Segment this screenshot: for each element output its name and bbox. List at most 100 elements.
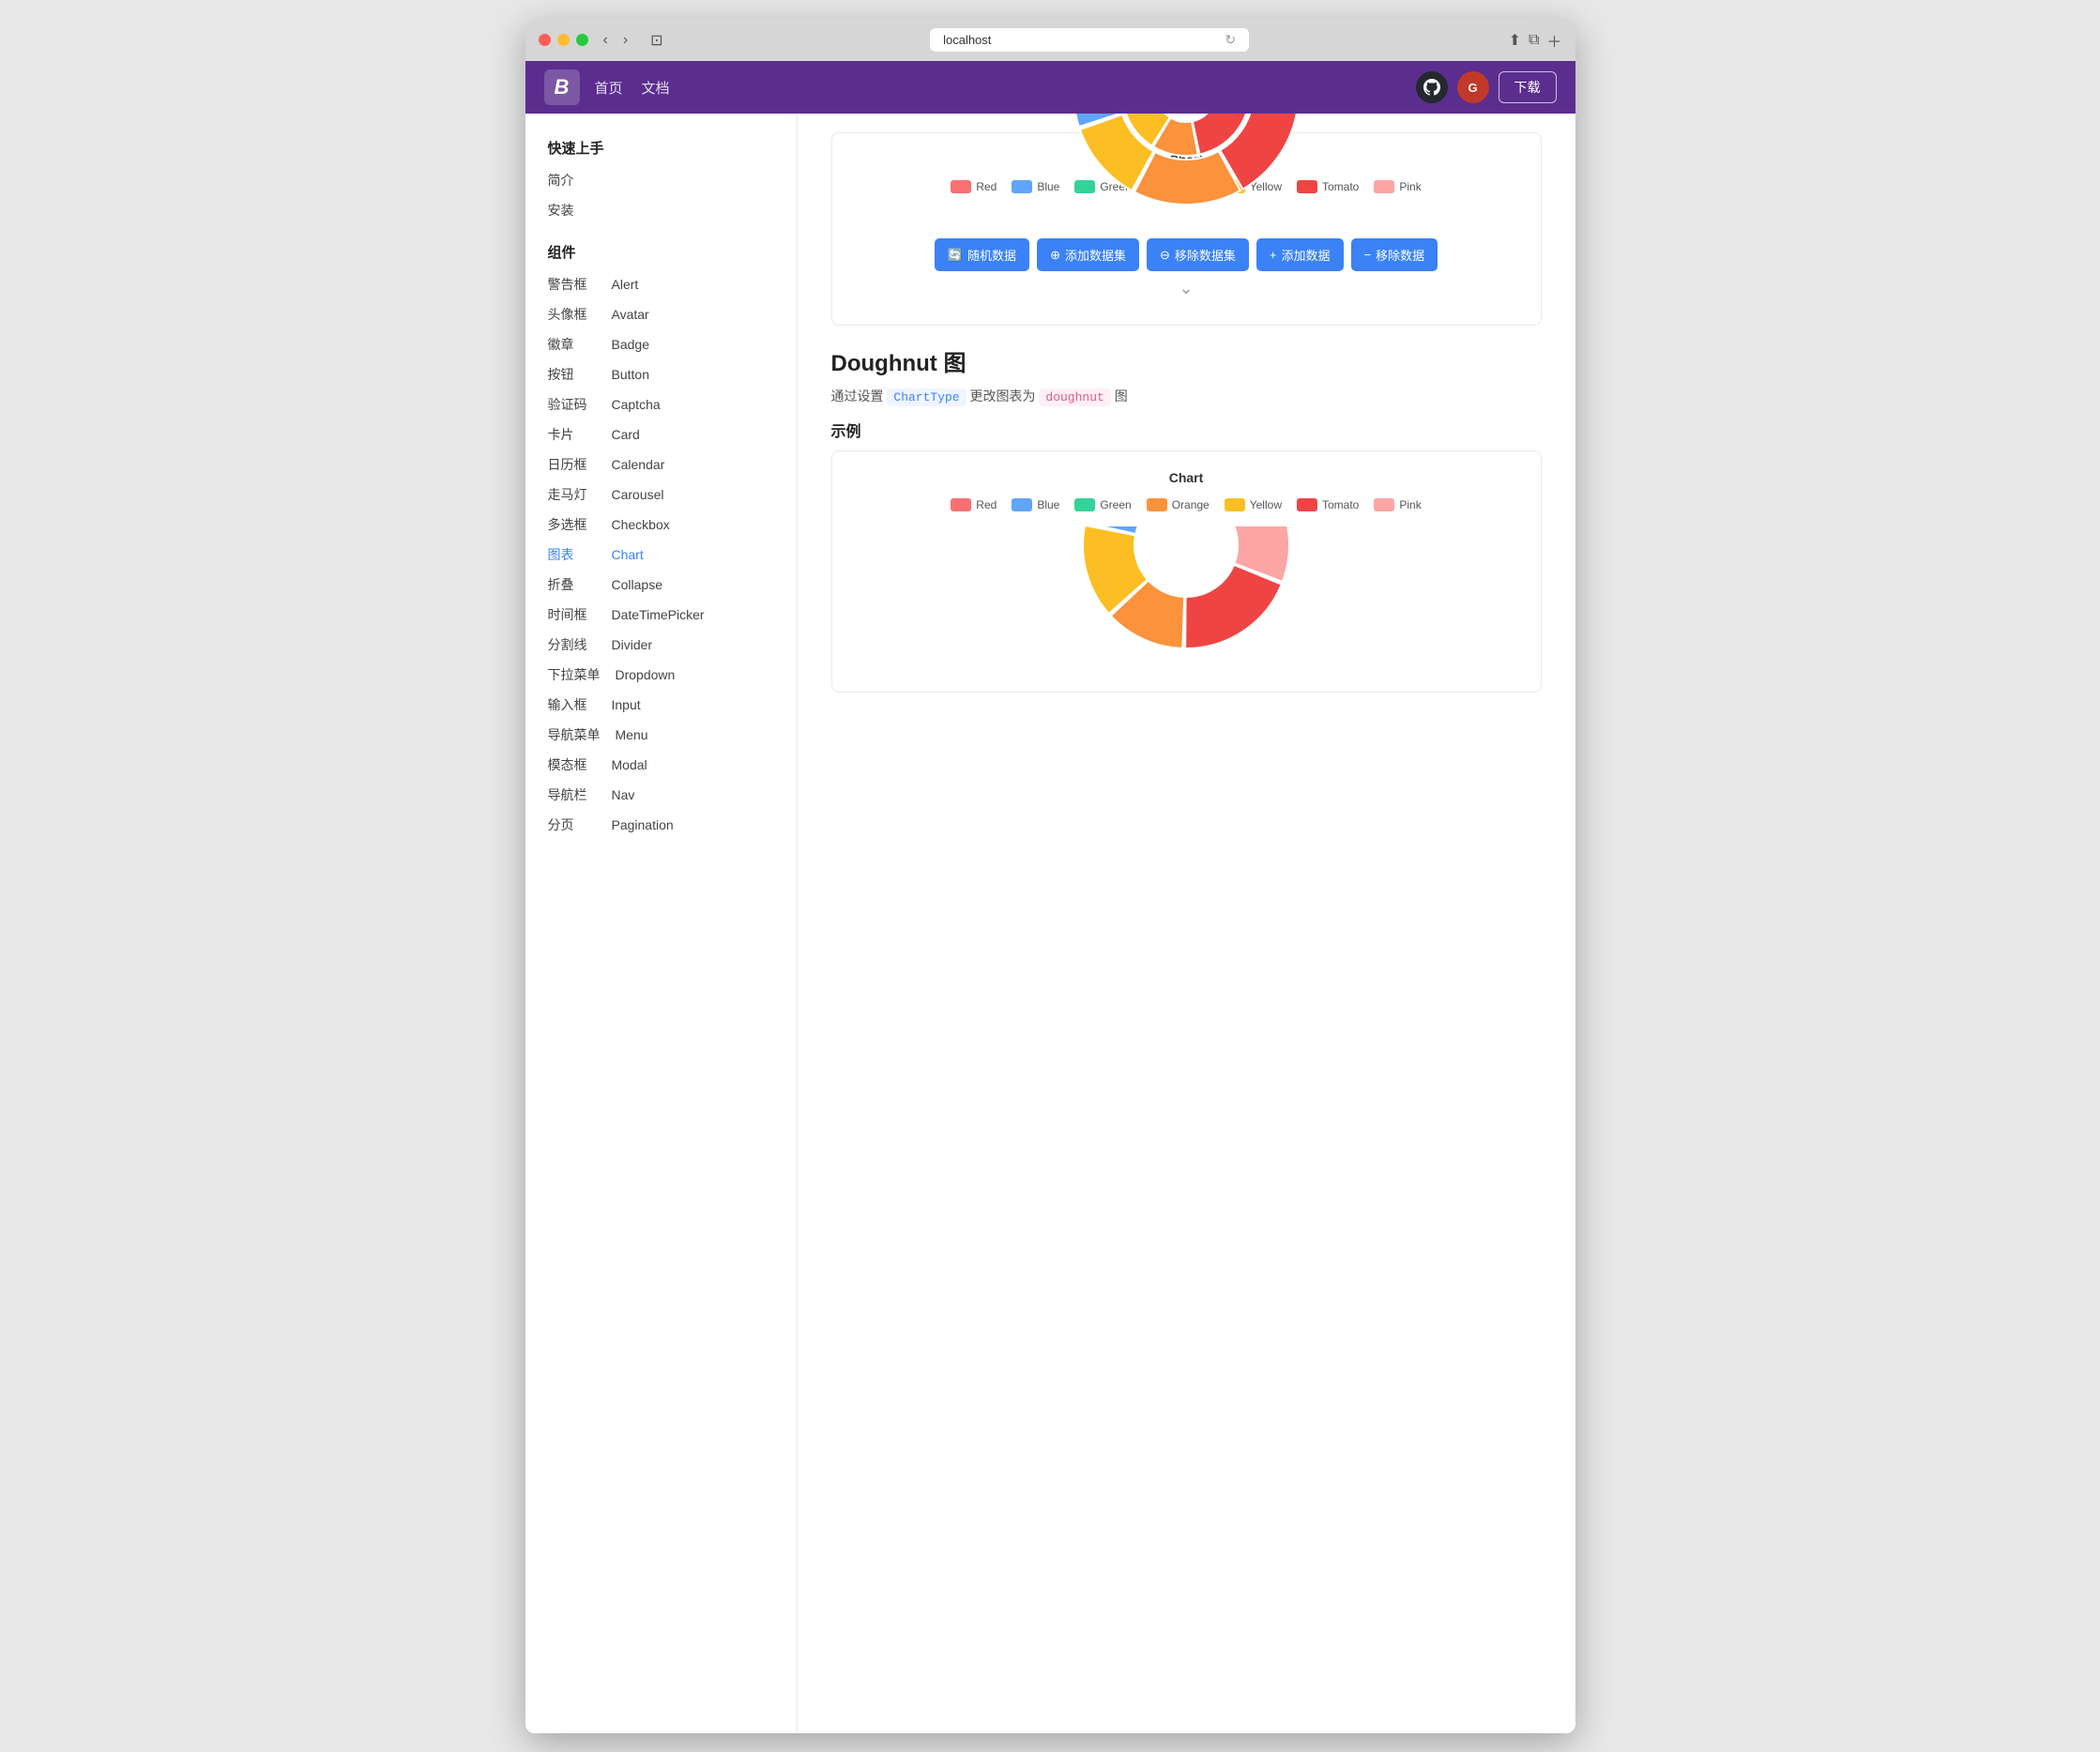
legend-red-dot — [951, 180, 971, 193]
new-tab-button[interactable]: ⧉ — [1529, 29, 1539, 52]
back-button[interactable]: ‹ — [598, 30, 614, 51]
legend2-blue: Blue — [1012, 498, 1059, 511]
sidebar-item-carousel[interactable]: 走马灯 Carousel — [525, 480, 797, 510]
expand-row[interactable]: ⌄ — [851, 271, 1522, 306]
components-section-title: 组件 — [525, 236, 797, 269]
legend2-red-dot — [951, 498, 971, 511]
sidebar-pagination-zh: 分页 — [548, 815, 597, 834]
sidebar-item-avatar[interactable]: 头像框 Avatar — [525, 299, 797, 329]
github-icon[interactable] — [1416, 71, 1448, 103]
reload-icon[interactable]: ↻ — [1225, 32, 1236, 48]
sidebar-input-zh: 输入框 — [548, 695, 597, 714]
sidebar-item-divider[interactable]: 分割线 Divider — [525, 630, 797, 660]
add-data-button[interactable]: + 添加数据 — [1256, 238, 1344, 271]
legend-pink: Pink — [1374, 180, 1421, 193]
remove-data-button[interactable]: − 移除数据 — [1351, 238, 1438, 271]
address-bar[interactable]: localhost ↻ — [930, 28, 1249, 52]
sidebar-avatar-en: Avatar — [612, 307, 649, 322]
sidebar-item-pagination[interactable]: 分页 Pagination — [525, 810, 797, 840]
legend-blue: Blue — [1012, 180, 1059, 193]
sidebar-item-card[interactable]: 卡片 Card — [525, 419, 797, 449]
remove-dataset-label: 移除数据集 — [1175, 246, 1236, 264]
legend2-orange: Orange — [1147, 498, 1210, 511]
nav-docs[interactable]: 文档 — [642, 78, 670, 98]
gitee-icon[interactable]: G — [1457, 71, 1489, 103]
logo-text: B — [555, 75, 570, 99]
sidebar-item-intro[interactable]: 简介 — [525, 165, 797, 195]
chart-controls: 🔄 随机数据 ⊕ 添加数据集 ⊖ 移除数据集 — [851, 238, 1522, 271]
sidebar-captcha-zh: 验证码 — [548, 395, 597, 414]
toolbar-right: ⬆ ⧉ ＋ — [1509, 29, 1562, 52]
sidebar-item-collapse[interactable]: 折叠 Collapse — [525, 570, 797, 600]
sidebar-pagination-en: Pagination — [612, 817, 674, 832]
add-tab-button[interactable]: ＋ — [1546, 29, 1561, 52]
sidebar-modal-en: Modal — [612, 757, 647, 772]
sidebar-item-captcha[interactable]: 验证码 Captcha — [525, 389, 797, 419]
sidebar-nav-zh: 导航栏 — [548, 785, 597, 804]
sidebar-item-nav[interactable]: 导航栏 Nav — [525, 780, 797, 810]
add-data-label: 添加数据 — [1282, 246, 1331, 264]
random-data-button[interactable]: 🔄 随机数据 — [935, 238, 1029, 271]
browser-window: ‹ › ⊡ localhost ↻ ⬆ ⧉ ＋ B 首页 文档 — [525, 19, 1575, 1733]
sidebar-item-checkbox[interactable]: 多选框 Checkbox — [525, 510, 797, 540]
sidebar-item-dropdown[interactable]: 下拉菜单 Dropdown — [525, 660, 797, 690]
legend2-yellow-label: Yellow — [1250, 498, 1282, 511]
remove-dataset-button[interactable]: ⊖ 移除数据集 — [1147, 238, 1249, 271]
legend2-green-label: Green — [1100, 498, 1131, 511]
legend-blue-dot — [1012, 180, 1032, 193]
add-dataset-label: 添加数据集 — [1065, 246, 1126, 264]
share-button[interactable]: ⬆ — [1509, 29, 1521, 52]
sidebar-nav-en: Nav — [612, 787, 635, 802]
main-layout: 快速上手 简介 安装 组件 警告框 Alert 头像框 Avatar 徽章 — [525, 114, 1575, 1733]
logo-box: B — [544, 69, 580, 105]
sidebar-avatar-zh: 头像框 — [548, 305, 597, 324]
sidebar-dropdown-en: Dropdown — [616, 667, 676, 682]
sidebar-item-badge[interactable]: 徽章 Badge — [525, 329, 797, 359]
sidebar-item-datetimepicker[interactable]: 时间框 DateTimePicker — [525, 600, 797, 630]
sidebar-item-input[interactable]: 输入框 Input — [525, 690, 797, 720]
minimize-button[interactable] — [557, 34, 570, 46]
url-text: localhost — [943, 33, 991, 47]
traffic-lights — [539, 34, 588, 46]
sidebar-collapse-zh: 折叠 — [548, 575, 597, 594]
sidebar-menu-zh: 导航菜单 — [548, 725, 601, 744]
legend2-pink-dot — [1374, 498, 1394, 511]
legend2-yellow: Yellow — [1225, 498, 1282, 511]
remove-data-label: 移除数据 — [1376, 246, 1424, 264]
chart-demo-box-2: Chart Red Blue — [831, 450, 1542, 693]
header-nav: 首页 文档 — [595, 78, 670, 98]
content-area: Chart Red Blue — [798, 114, 1575, 1733]
sidebar-chart-zh: 图表 — [548, 545, 597, 564]
doughnut-heading: Doughnut 图 — [831, 344, 1542, 377]
doughnut-desc: 通过设置 ChartType 更改图表为 doughnut 图 — [831, 387, 1542, 405]
sidebar-item-button[interactable]: 按钮 Button — [525, 359, 797, 389]
close-button[interactable] — [539, 34, 551, 46]
legend2-tomato: Tomato — [1297, 498, 1359, 511]
sidebar-dropdown-zh: 下拉菜单 — [548, 665, 601, 684]
sidebar-item-calendar[interactable]: 日历框 Calendar — [525, 449, 797, 480]
charttype-tag: ChartType — [887, 388, 966, 406]
sidebar-item-menu[interactable]: 导航菜单 Menu — [525, 720, 797, 750]
sidebar-item-modal[interactable]: 模态框 Modal — [525, 750, 797, 780]
sidebar-item-alert[interactable]: 警告框 Alert — [525, 269, 797, 299]
address-bar-container: localhost ↻ — [680, 28, 1499, 52]
sidebar-carousel-en: Carousel — [612, 487, 664, 502]
sidebar-checkbox-zh: 多选框 — [548, 515, 597, 534]
sidebar-item-chart[interactable]: 图表 Chart — [525, 540, 797, 570]
legend-pink-label: Pink — [1399, 180, 1421, 193]
forward-button[interactable]: › — [617, 30, 633, 51]
sidebar-modal-zh: 模态框 — [548, 755, 597, 774]
chart-svg-container-2 — [851, 526, 1522, 658]
tab-toggle-button[interactable]: ⊡ — [643, 29, 670, 52]
sidebar-item-install[interactable]: 安装 — [525, 195, 797, 225]
random-icon: 🔄 — [948, 248, 963, 263]
legend-tomato-label: Tomato — [1322, 180, 1359, 193]
add-dataset-button[interactable]: ⊕ 添加数据集 — [1037, 238, 1139, 271]
sidebar-datetimepicker-en: DateTimePicker — [612, 607, 705, 622]
maximize-button[interactable] — [576, 34, 588, 46]
app-window: B 首页 文档 G 下载 快速上手 简介 — [525, 61, 1575, 1733]
sidebar-calendar-zh: 日历框 — [548, 455, 597, 474]
download-button[interactable]: 下载 — [1499, 71, 1557, 103]
doughnut-chart-preview — [1055, 526, 1317, 658]
nav-home[interactable]: 首页 — [595, 78, 623, 98]
